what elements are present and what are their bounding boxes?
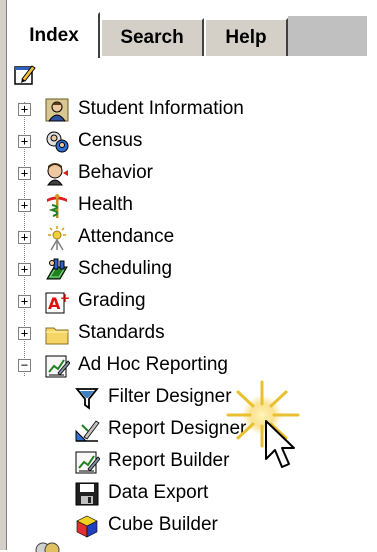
- tree-item-label: Grading: [78, 290, 146, 311]
- expand-toggle[interactable]: +: [18, 135, 31, 148]
- notepad-edit-icon[interactable]: [14, 64, 36, 86]
- tab-strip-background: [288, 16, 372, 56]
- tab-search-label: Search: [120, 27, 184, 48]
- tree-item-behavior[interactable]: + Behavior: [0, 158, 360, 190]
- floppy-disk-icon: [75, 482, 99, 506]
- report-designer-icon: [75, 420, 100, 442]
- tab-help[interactable]: Help: [204, 18, 288, 56]
- tab-help-label: Help: [225, 27, 267, 48]
- tree-item-census[interactable]: + Census: [0, 126, 360, 158]
- tab-strip: Index Search Help: [8, 12, 372, 58]
- tree-item-scheduling[interactable]: + Scheduling: [0, 254, 360, 286]
- expand-toggle[interactable]: +: [18, 231, 31, 244]
- expand-toggle[interactable]: +: [18, 327, 31, 340]
- tab-search[interactable]: Search: [100, 18, 204, 56]
- tree-item-grading[interactable]: + A + Grading: [0, 286, 360, 318]
- tree-item-label: Behavior: [78, 162, 153, 183]
- expand-toggle[interactable]: +: [18, 199, 31, 212]
- tree-item-label: Attendance: [78, 226, 175, 247]
- tree-item-filter-designer[interactable]: Filter Designer: [0, 382, 360, 414]
- tree-item-data-export[interactable]: Data Export: [0, 478, 360, 510]
- tree-item-label: Scheduling: [78, 258, 173, 279]
- tree-item-student-information[interactable]: + Student Information: [0, 94, 360, 126]
- scheduling-icon: [46, 258, 68, 280]
- tree-item-report-designer[interactable]: Report Designer: [0, 414, 360, 446]
- panel-right-edge: [367, 0, 377, 550]
- help-panel: Index Search Help + Student Information …: [0, 0, 377, 552]
- expand-toggle[interactable]: +: [18, 295, 31, 308]
- tree-item-standards[interactable]: + Standards: [0, 318, 360, 350]
- tree-item-label: Ad Hoc Reporting: [78, 354, 228, 375]
- svg-text:+: +: [60, 291, 70, 305]
- tree-item-label: Census: [78, 130, 143, 151]
- filter-icon: [75, 388, 99, 410]
- tree-item-label: Filter Designer: [108, 386, 232, 407]
- census-icon: [46, 131, 69, 153]
- cube-icon: [76, 515, 98, 538]
- tree-item-label: Health: [78, 194, 133, 215]
- report-builder-icon: [75, 451, 100, 474]
- tree-item-label: Standards: [78, 322, 165, 343]
- expand-toggle[interactable]: +: [18, 103, 31, 116]
- grading-a-plus-icon: A +: [45, 291, 70, 314]
- tree-item-attendance[interactable]: + Attendance: [0, 222, 360, 254]
- tree-item-label: Report Builder: [108, 450, 230, 471]
- tree-item-label: Data Export: [108, 482, 209, 503]
- expand-toggle[interactable]: +: [18, 167, 31, 180]
- tree-item-ad-hoc-reporting[interactable]: − Ad Hoc Reporting: [0, 350, 360, 382]
- expand-toggle[interactable]: +: [18, 263, 31, 276]
- tab-index[interactable]: Index: [8, 12, 100, 58]
- tree-item-label: Cube Builder: [108, 514, 218, 535]
- student-icon: [45, 98, 69, 122]
- tree-item-health[interactable]: + Health: [0, 190, 360, 222]
- mouse-cursor-icon: [265, 420, 295, 468]
- health-caduceus-icon: [47, 194, 67, 218]
- behavior-icon: [47, 163, 68, 186]
- adhoc-reporting-icon: [45, 355, 70, 378]
- tree-item-report-builder[interactable]: Report Builder: [0, 446, 360, 478]
- tab-index-label: Index: [29, 25, 79, 46]
- tree-item-label: Student Information: [78, 98, 244, 119]
- collapse-toggle[interactable]: −: [18, 359, 31, 372]
- folder-icon: [45, 327, 69, 345]
- attendance-icon: [48, 226, 66, 251]
